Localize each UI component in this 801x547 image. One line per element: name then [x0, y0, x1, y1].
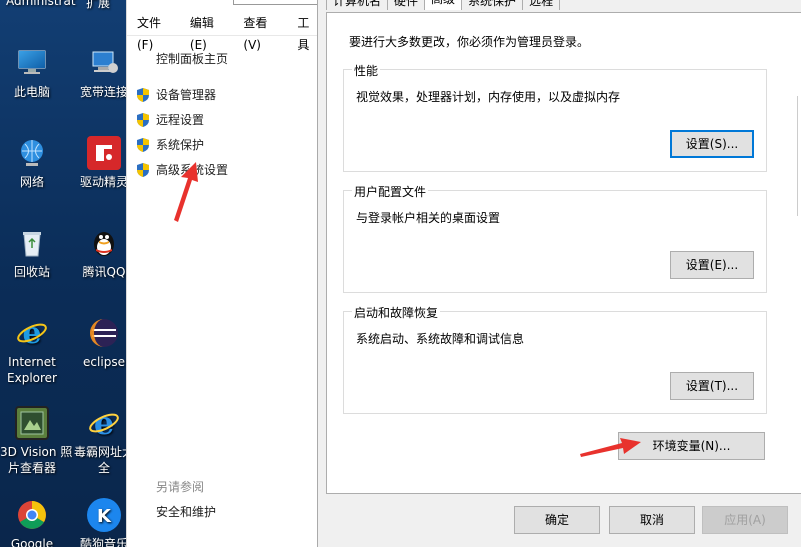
startup-recovery-title: 启动和故障恢复 — [352, 304, 441, 321]
user-profile-desc: 与登录帐户相关的桌面设置 — [356, 211, 501, 225]
desktop-icon-kugou[interactable]: K 酷狗音乐 — [72, 498, 126, 547]
ok-button[interactable]: 确定 — [514, 506, 600, 534]
desktop-icon-google-chrome[interactable]: Google — [0, 498, 64, 547]
performance-group: 性能 视觉效果，处理器计划，内存使用，以及虚拟内存 设置(S)... — [343, 62, 767, 172]
performance-title: 性能 — [352, 62, 381, 79]
startup-recovery-group: 启动和故障恢复 系统启动、系统故障和调试信息 设置(T)... — [343, 304, 767, 414]
desktop-icon-network[interactable]: 网络 — [0, 136, 64, 190]
desktop-icon-label: 全 — [97, 461, 110, 475]
svg-text:K: K — [97, 506, 112, 527]
menu-bar: 文件(F) 编辑(E) 查看(V) 工具 — [127, 12, 327, 52]
startup-recovery-settings-button[interactable]: 设置(T)... — [670, 372, 754, 400]
desktop-icon-this-pc[interactable]: 此电脑 — [0, 46, 64, 100]
svg-text:e: e — [22, 317, 41, 349]
chrome-icon — [15, 498, 49, 532]
security-maintenance-link[interactable]: 安全和维护 — [156, 503, 216, 520]
user-profile-settings-button[interactable]: 设置(E)... — [670, 251, 754, 279]
menu-file[interactable]: 文件(F) — [127, 12, 180, 52]
desktop-icon-label: 网络 — [19, 175, 44, 189]
desktop-icon-label: Internet — [8, 355, 56, 369]
startup-recovery-desc: 系统启动、系统故障和调试信息 — [356, 332, 525, 346]
qq-penguin-icon — [87, 226, 121, 260]
desktop-icon-label-cut: Administrat — [6, 0, 76, 8]
kugou-icon: K — [87, 498, 121, 532]
driver-genius-icon — [87, 136, 121, 170]
tab-advanced[interactable]: 高级 — [424, 0, 463, 10]
svg-text:e: e — [94, 407, 114, 439]
desktop: Administrat 扩展 此电脑 宽带连接 网络 驱动精灵 回收站 腾讯QQ… — [0, 0, 126, 547]
menu-separator — [127, 35, 327, 36]
admin-note: 要进行大多数更改，你必须作为管理员登录。 — [349, 35, 590, 49]
tab-hardware[interactable]: 硬件 — [387, 0, 426, 10]
recycle-bin-icon — [15, 226, 49, 260]
menu-view[interactable]: 查看(V) — [233, 12, 287, 52]
desktop-icon-driver-genius[interactable]: 驱动精灵 — [72, 136, 126, 190]
desktop-icon-label: 酷狗音乐 — [79, 537, 126, 547]
desktop-icon-label: 片查看器 — [7, 461, 56, 475]
browser-e-icon: e — [87, 406, 121, 440]
remote-settings-label: 远程设置 — [156, 113, 205, 127]
device-manager-label: 设备管理器 — [156, 88, 217, 102]
menu-edit[interactable]: 编辑(E) — [180, 12, 233, 52]
desktop-icon-recycle-bin[interactable]: 回收站 — [0, 226, 64, 280]
desktop-icon-tencent-qq[interactable]: 腾讯QQ — [72, 226, 126, 280]
performance-settings-button[interactable]: 设置(S)... — [670, 130, 754, 158]
globe-network-icon — [15, 136, 49, 170]
computer-icon — [15, 46, 49, 80]
tab-computer-name[interactable]: 计算机名 — [326, 0, 389, 10]
address-bar-fragment — [233, 0, 321, 5]
desktop-icon-label: eclipse — [83, 355, 125, 369]
device-manager-link[interactable]: 设备管理器 — [135, 86, 216, 103]
desktop-icon-label-cut: 扩展 — [86, 0, 111, 10]
control-panel-window: 文件(F) 编辑(E) 查看(V) 工具 控制面板主页 设备管理器 远程设置 系… — [126, 0, 327, 547]
remote-settings-link[interactable]: 远程设置 — [135, 111, 204, 128]
advanced-system-settings-label: 高级系统设置 — [156, 163, 229, 177]
tab-system-protection[interactable]: 系统保护 — [461, 0, 524, 10]
desktop-icon-label: 腾讯QQ — [82, 265, 126, 279]
photo-viewer-icon — [15, 406, 49, 440]
desktop-icon-internet-explorer[interactable]: e Internet Explorer — [0, 316, 64, 386]
desktop-icon-label: Google — [10, 537, 54, 547]
user-profile-title: 用户配置文件 — [352, 183, 429, 200]
tab-remote[interactable]: 远程 — [522, 0, 561, 10]
control-panel-home-link[interactable]: 控制面板主页 — [156, 50, 228, 67]
uac-shield-icon — [135, 162, 151, 178]
see-also-heading: 另请参阅 — [156, 480, 205, 494]
desktop-icon-label: 回收站 — [13, 265, 50, 279]
background-window-edge — [797, 96, 801, 216]
internet-explorer-icon: e — [15, 316, 49, 350]
system-protection-link[interactable]: 系统保护 — [135, 136, 204, 153]
advanced-system-settings-link[interactable]: 高级系统设置 — [135, 161, 228, 178]
cancel-button[interactable]: 取消 — [609, 506, 695, 534]
system-properties-dialog: 计算机名 硬件 高级 系统保护 远程 要进行大多数更改，你必须作为管理员登录。 … — [317, 0, 801, 547]
uac-shield-icon — [135, 112, 151, 128]
tab-strip: 计算机名 硬件 高级 系统保护 远程 — [326, 0, 561, 12]
desktop-icon-label: 毒霸网址大 — [73, 445, 126, 459]
desktop-icon-eclipse[interactable]: eclipse — [72, 316, 126, 370]
desktop-icon-label: 宽带连接 — [79, 85, 126, 99]
eclipse-icon — [87, 316, 121, 350]
desktop-icon-label: 驱动精灵 — [79, 175, 126, 189]
desktop-icon-label: Explorer — [7, 371, 57, 385]
user-profile-group: 用户配置文件 与登录帐户相关的桌面设置 设置(E)... — [343, 183, 767, 293]
advanced-tab-panel: 要进行大多数更改，你必须作为管理员登录。 性能 视觉效果，处理器计划，内存使用，… — [326, 12, 801, 494]
desktop-icon-label: 3D Vision 照 — [0, 445, 73, 459]
environment-variables-button[interactable]: 环境变量(N)... — [618, 432, 765, 460]
system-protection-label: 系统保护 — [156, 138, 205, 152]
uac-shield-icon — [135, 137, 151, 153]
performance-desc: 视觉效果，处理器计划，内存使用，以及虚拟内存 — [356, 90, 621, 104]
network-connection-icon — [87, 46, 121, 80]
desktop-icon-photo-viewer[interactable]: 3D Vision 照 片查看器 — [0, 406, 73, 476]
desktop-icon-broadband[interactable]: 宽带连接 — [72, 46, 126, 100]
desktop-icon-label: 此电脑 — [13, 85, 50, 99]
apply-button[interactable]: 应用(A) — [702, 506, 788, 534]
uac-shield-icon — [135, 87, 151, 103]
desktop-icon-duba-browser[interactable]: e 毒霸网址大 全 — [72, 406, 126, 476]
